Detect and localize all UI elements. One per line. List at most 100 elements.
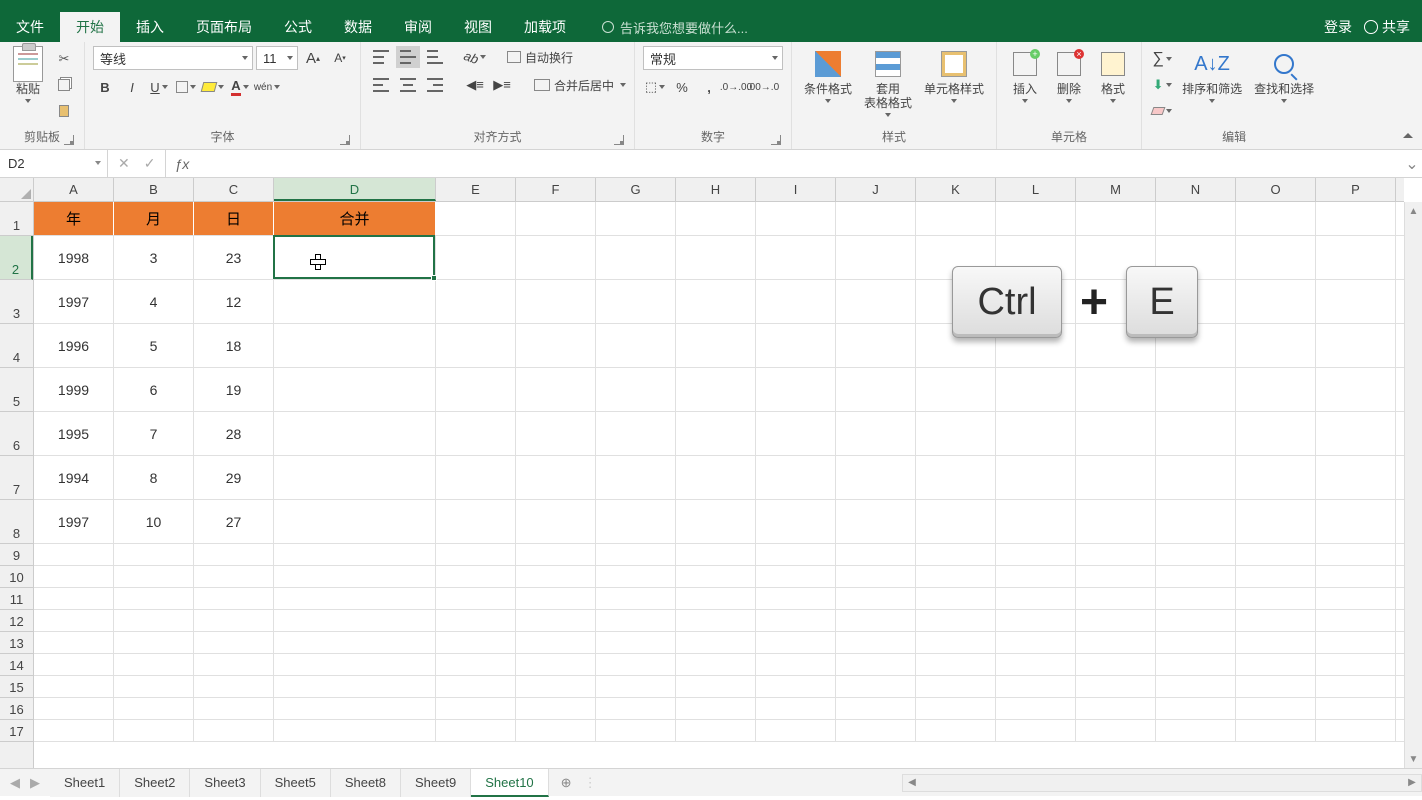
cell-G2[interactable]: [596, 236, 676, 279]
cell-I8[interactable]: [756, 500, 836, 543]
cell-B14[interactable]: [114, 654, 194, 675]
decrease-decimal-button[interactable]: .00→.0: [751, 76, 775, 98]
cell-F14[interactable]: [516, 654, 596, 675]
cell-C11[interactable]: [194, 588, 274, 609]
format-painter-button[interactable]: [52, 100, 76, 122]
cell-H9[interactable]: [676, 544, 756, 565]
cell-L13[interactable]: [996, 632, 1076, 653]
grid[interactable]: 年月日合并19983231997412199651819996191995728…: [34, 202, 1404, 768]
row-header-1[interactable]: 1: [0, 202, 33, 236]
fill-button[interactable]: ⬇: [1150, 74, 1174, 96]
menu-tab-数据[interactable]: 数据: [328, 12, 388, 42]
row-header-14[interactable]: 14: [0, 654, 33, 676]
menu-tab-文件[interactable]: 文件: [0, 12, 60, 42]
cell-E3[interactable]: [436, 280, 516, 323]
cell-I9[interactable]: [756, 544, 836, 565]
cell-G17[interactable]: [596, 720, 676, 741]
cell-O12[interactable]: [1236, 610, 1316, 631]
cell-E13[interactable]: [436, 632, 516, 653]
horizontal-scrollbar[interactable]: ◀ ▶: [902, 774, 1422, 792]
tab-split-handle[interactable]: ⋮: [584, 775, 596, 791]
cell-K4[interactable]: [916, 324, 996, 367]
cell-D2[interactable]: [274, 236, 436, 279]
cell-A5[interactable]: 1999: [34, 368, 114, 411]
cell-F5[interactable]: [516, 368, 596, 411]
cell-H12[interactable]: [676, 610, 756, 631]
font-name-select[interactable]: 等线: [93, 46, 253, 70]
cell-E17[interactable]: [436, 720, 516, 741]
wrap-text-button[interactable]: 自动换行: [507, 46, 573, 68]
cell-F10[interactable]: [516, 566, 596, 587]
col-header-G[interactable]: G: [596, 178, 676, 201]
row-header-7[interactable]: 7: [0, 456, 33, 500]
sheet-tab-Sheet2[interactable]: Sheet2: [120, 769, 190, 797]
menu-tab-审阅[interactable]: 审阅: [388, 12, 448, 42]
collapse-ribbon-button[interactable]: [1400, 127, 1416, 143]
cell-A14[interactable]: [34, 654, 114, 675]
cell-K3[interactable]: [916, 280, 996, 323]
sheet-nav-prev[interactable]: ◀: [10, 775, 20, 791]
cell-N11[interactable]: [1156, 588, 1236, 609]
cell-D15[interactable]: [274, 676, 436, 697]
cell-M15[interactable]: [1076, 676, 1156, 697]
copy-button[interactable]: [52, 74, 76, 96]
clipboard-dialog-icon[interactable]: [64, 135, 74, 145]
table-format-button[interactable]: 套用 表格格式: [860, 46, 916, 119]
cell-F6[interactable]: [516, 412, 596, 455]
col-header-L[interactable]: L: [996, 178, 1076, 201]
cell-I15[interactable]: [756, 676, 836, 697]
cell-J12[interactable]: [836, 610, 916, 631]
row-header-10[interactable]: 10: [0, 566, 33, 588]
cell-L7[interactable]: [996, 456, 1076, 499]
row-header-8[interactable]: 8: [0, 500, 33, 544]
sheet-nav-next[interactable]: ▶: [30, 775, 40, 791]
cell-G12[interactable]: [596, 610, 676, 631]
cell-D14[interactable]: [274, 654, 436, 675]
col-header-F[interactable]: F: [516, 178, 596, 201]
increase-font-button[interactable]: A▴: [301, 47, 325, 69]
merge-center-button[interactable]: 合并后居中: [534, 74, 626, 96]
cell-E7[interactable]: [436, 456, 516, 499]
sheet-tab-Sheet9[interactable]: Sheet9: [401, 769, 471, 797]
cell-F11[interactable]: [516, 588, 596, 609]
cell-B5[interactable]: 6: [114, 368, 194, 411]
clear-button[interactable]: [1150, 100, 1174, 122]
cell-D7[interactable]: [274, 456, 436, 499]
cell-P4[interactable]: [1316, 324, 1396, 367]
cell-C1[interactable]: 日: [194, 202, 274, 235]
italic-button[interactable]: I: [120, 76, 144, 98]
cell-L6[interactable]: [996, 412, 1076, 455]
cell-J8[interactable]: [836, 500, 916, 543]
cell-N2[interactable]: [1156, 236, 1236, 279]
cell-I7[interactable]: [756, 456, 836, 499]
cell-O9[interactable]: [1236, 544, 1316, 565]
cell-B16[interactable]: [114, 698, 194, 719]
cell-P3[interactable]: [1316, 280, 1396, 323]
cell-N1[interactable]: [1156, 202, 1236, 235]
cell-P2[interactable]: [1316, 236, 1396, 279]
cell-O1[interactable]: [1236, 202, 1316, 235]
cell-O13[interactable]: [1236, 632, 1316, 653]
cell-G14[interactable]: [596, 654, 676, 675]
cell-O16[interactable]: [1236, 698, 1316, 719]
sheet-tab-Sheet8[interactable]: Sheet8: [331, 769, 401, 797]
cell-E8[interactable]: [436, 500, 516, 543]
cell-I14[interactable]: [756, 654, 836, 675]
cell-H4[interactable]: [676, 324, 756, 367]
name-box[interactable]: D2: [0, 150, 108, 177]
cell-B8[interactable]: 10: [114, 500, 194, 543]
cell-N13[interactable]: [1156, 632, 1236, 653]
cell-O8[interactable]: [1236, 500, 1316, 543]
cell-D16[interactable]: [274, 698, 436, 719]
col-header-C[interactable]: C: [194, 178, 274, 201]
cell-J14[interactable]: [836, 654, 916, 675]
cell-E12[interactable]: [436, 610, 516, 631]
cell-K2[interactable]: [916, 236, 996, 279]
cell-K16[interactable]: [916, 698, 996, 719]
tell-me-search[interactable]: 告诉我您想要做什么...: [602, 18, 748, 37]
underline-button[interactable]: U: [147, 76, 171, 98]
cell-G1[interactable]: [596, 202, 676, 235]
cell-B12[interactable]: [114, 610, 194, 631]
cell-L11[interactable]: [996, 588, 1076, 609]
col-header-A[interactable]: A: [34, 178, 114, 201]
